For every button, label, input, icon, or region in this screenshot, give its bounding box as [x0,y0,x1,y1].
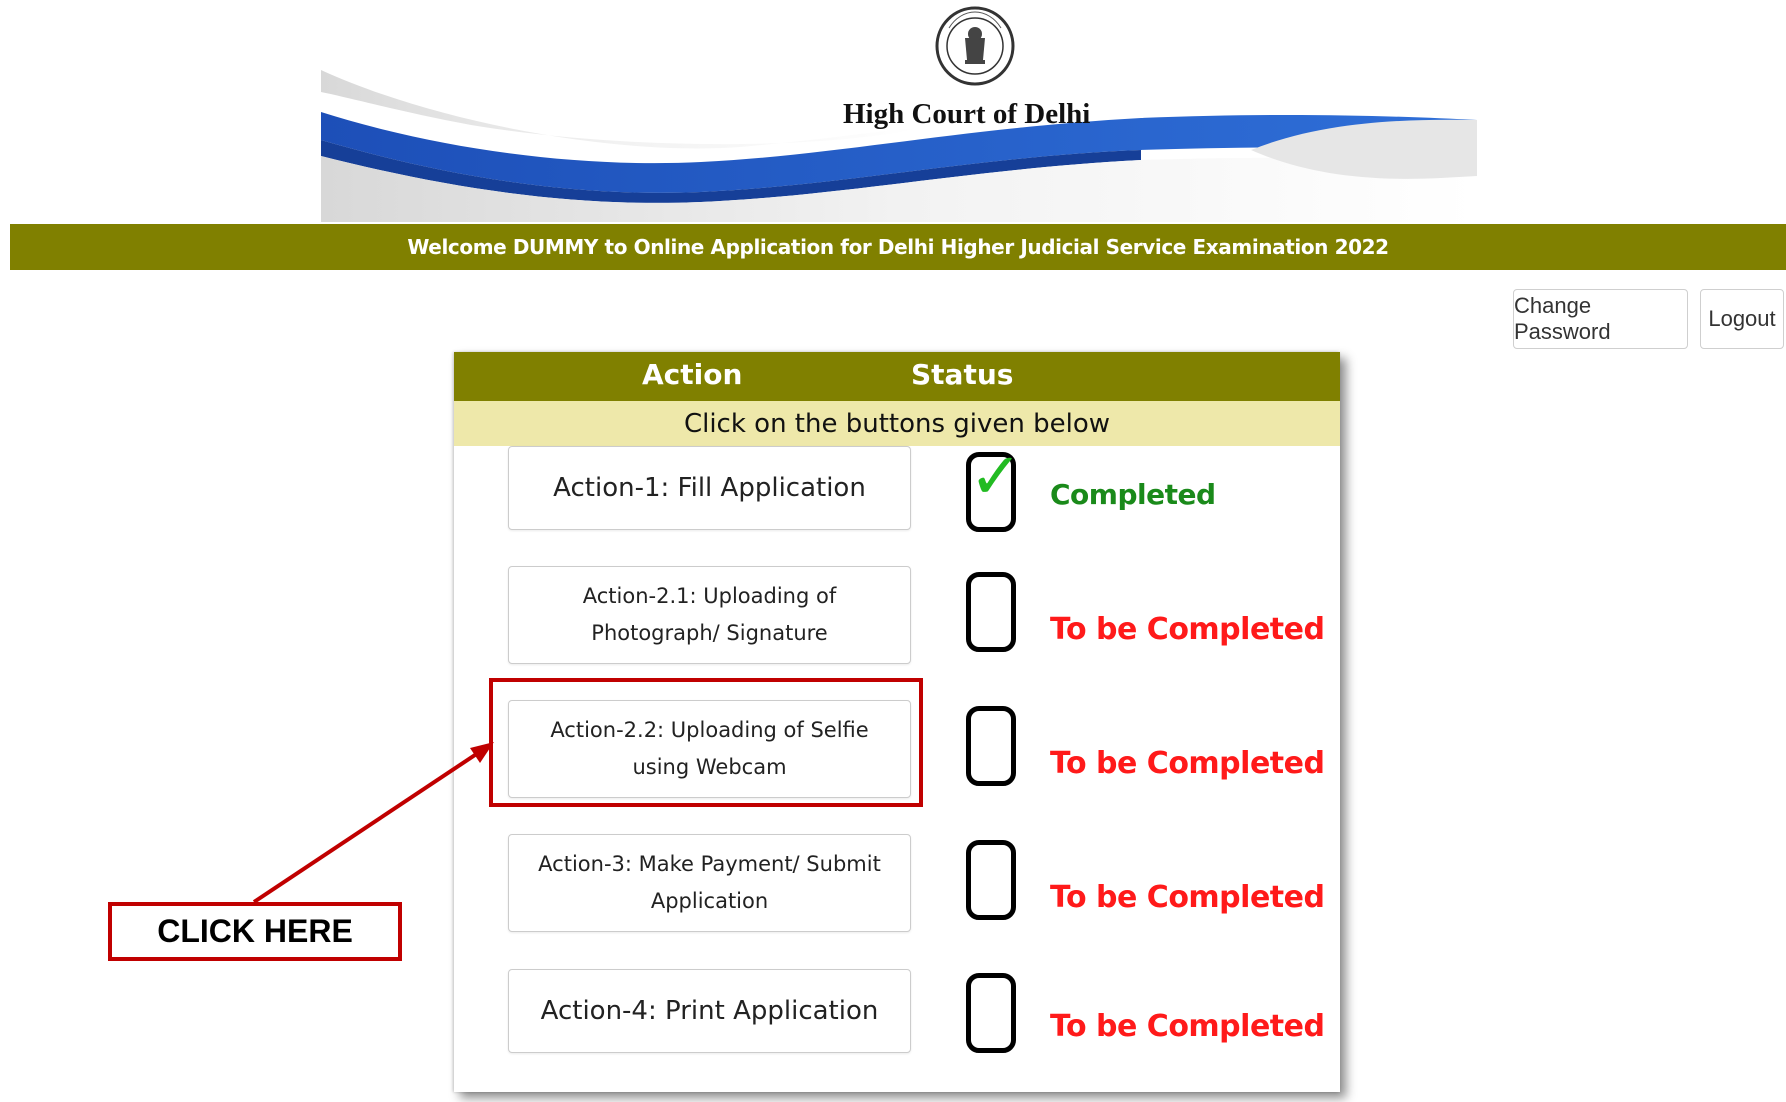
status-checkbox [966,572,1016,652]
action-row: Action-2.1: Uploading of Photograph/ Sig… [454,566,1340,676]
action-1-fill-application-button[interactable]: Action-1: Fill Application [508,446,911,530]
action-2-1-upload-photograph-button[interactable]: Action-2.1: Uploading of Photograph/ Sig… [508,566,911,664]
status-checkbox: ✓ [966,445,1023,532]
court-name-title: High Court of Delhi [843,98,1091,130]
welcome-banner: Welcome DUMMY to Online Application for … [10,224,1786,270]
welcome-text: Welcome DUMMY to Online Application for … [407,235,1389,259]
column-header-status: Status [911,358,1014,391]
action-row: Action-4: Print Application To be Comple… [454,969,1340,1079]
delhi-high-court-emblem-icon [935,4,1015,88]
action-4-print-application-button[interactable]: Action-4: Print Application [508,969,911,1053]
status-checkbox [966,706,1016,786]
action-row: Action-1: Fill Application ✓ Completed [454,445,1340,556]
column-header-action: Action [642,358,743,391]
status-checkbox [966,840,1016,920]
action-row: Action-3: Make Payment/ Submit Applicati… [454,834,1340,944]
status-completed-text: Completed [1050,478,1216,511]
logout-button[interactable]: Logout [1700,289,1784,349]
status-pending-text: To be Completed [1050,1009,1325,1044]
action-3-make-payment-button[interactable]: Action-3: Make Payment/ Submit Applicati… [508,834,911,932]
status-checkbox [966,973,1016,1053]
panel-header: Action Status [454,352,1340,401]
status-pending-text: To be Completed [1050,612,1325,647]
header-banner: High Court of Delhi [321,0,1477,222]
status-pending-text: To be Completed [1050,746,1325,781]
status-pending-text: To be Completed [1050,880,1325,915]
checkmark-icon: ✓ [969,440,1023,514]
change-password-button[interactable]: Change Password [1513,289,1688,349]
highlight-rectangle [489,678,923,807]
click-here-callout: CLICK HERE [108,902,402,961]
instruction-text: Click on the buttons given below [454,401,1340,446]
